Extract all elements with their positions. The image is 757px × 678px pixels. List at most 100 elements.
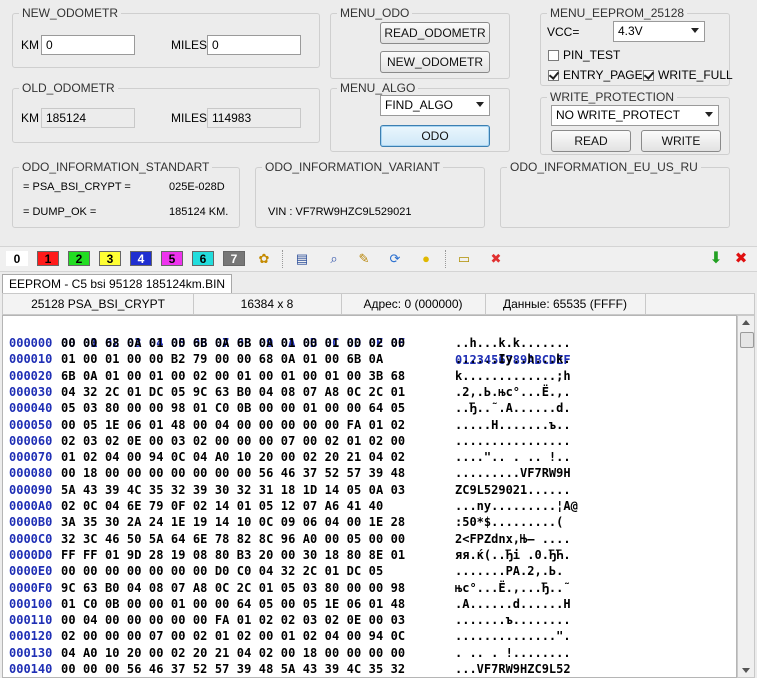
hex-row[interactable]: 0000F0 9C 63 B0 04 08 07 A8 0C 2C 01 05 0… (3, 580, 733, 597)
hex-row-ascii[interactable]: .......ъ........ (455, 612, 571, 629)
hex-row-ascii[interactable]: .2,.Ь.њс°...Ё.,. (455, 384, 571, 401)
hex-row[interactable]: 0000B0 3A 35 30 2A 24 1E 19 14 10 0C 09 0… (3, 514, 733, 531)
hex-row-ascii[interactable]: :50*$.........( (455, 514, 563, 531)
hex-row-bytes[interactable]: 02 0C 04 6E 79 0F 02 14 01 05 12 07 A6 4… (61, 498, 383, 515)
hex-row-ascii[interactable]: .....H.......ъ.. (455, 417, 571, 434)
hex-row-ascii[interactable]: ................ (455, 433, 571, 450)
refresh-icon[interactable]: ⟳ (387, 251, 403, 267)
hex-row[interactable]: 0000C0 32 3C 46 50 5A 64 6E 78 82 8C 96 A… (3, 531, 733, 548)
new-km-input[interactable]: 0 (41, 35, 135, 55)
hex-row-bytes[interactable]: 9C 63 B0 04 08 07 A8 0C 2C 01 05 03 80 0… (61, 580, 405, 597)
hex-row-ascii[interactable]: .......PA.2,.Ь. (455, 563, 563, 580)
algo-select[interactable]: FIND_ALGO (380, 95, 490, 116)
hex-row-bytes[interactable]: 00 00 68 0A 01 00 6B 0A 6B 0A 01 00 01 0… (61, 335, 405, 352)
palette-icon[interactable]: ✿ (256, 251, 272, 267)
hex-row-bytes[interactable]: 6B 0A 01 00 01 00 02 00 01 00 01 00 01 0… (61, 368, 405, 385)
write-protect-select[interactable]: NO WRITE_PROTECT (551, 105, 719, 126)
lightbulb-icon[interactable]: ● (418, 251, 434, 267)
hex-row-bytes[interactable]: 04 A0 10 20 00 02 20 21 04 02 00 18 00 0… (61, 645, 405, 662)
hex-row[interactable]: 000130 04 A0 10 20 00 02 20 21 04 02 00 1… (3, 645, 733, 662)
download-arrow-icon[interactable]: ⬇ (708, 251, 724, 267)
color-button-4[interactable]: 4 (130, 251, 152, 266)
close-icon[interactable]: ✖ (733, 251, 749, 267)
color-button-7[interactable]: 7 (223, 251, 245, 266)
hex-row-ascii[interactable]: њс°...Ё.,...Ђ..˜ (455, 580, 571, 597)
hex-row-bytes[interactable]: 02 03 02 0E 00 03 02 00 00 00 07 00 02 0… (61, 433, 405, 450)
hex-row-bytes[interactable]: 01 00 01 00 00 B2 79 00 00 68 0A 01 00 6… (61, 351, 383, 368)
hex-row[interactable]: 000030 04 32 2C 01 DC 05 9C 63 B0 04 08 0… (3, 384, 733, 401)
hex-row-ascii[interactable]: ..Ђ..˜.A......d. (455, 400, 571, 417)
read-odometr-button[interactable]: READ_ODOMETR (380, 22, 490, 44)
hex-row-bytes[interactable]: 3A 35 30 2A 24 1E 19 14 10 0C 09 06 04 0… (61, 514, 405, 531)
close-document-icon[interactable]: ✖ (488, 251, 504, 267)
hex-row-bytes[interactable]: 00 00 00 00 00 00 00 D0 C0 04 32 2C 01 D… (61, 563, 383, 580)
hex-row[interactable]: 000100 01 C0 0B 00 00 01 00 00 64 05 00 0… (3, 596, 733, 613)
hex-row[interactable]: 000010 01 00 01 00 00 B2 79 00 00 68 0A 0… (3, 351, 733, 368)
color-button-5[interactable]: 5 (161, 251, 183, 266)
hex-row[interactable]: 000020 6B 0A 01 00 01 00 02 00 01 00 01 0… (3, 368, 733, 385)
hex-row-bytes[interactable]: 01 02 04 00 94 0C 04 A0 10 20 00 02 20 2… (61, 449, 405, 466)
color-button-6[interactable]: 6 (192, 251, 214, 266)
hex-row-ascii[interactable]: ...ny.........¦A@ (455, 498, 578, 515)
write-full-checkbox[interactable]: WRITE_FULL (643, 68, 733, 82)
hex-row-bytes[interactable]: 00 05 1E 06 01 48 00 04 00 00 00 00 00 F… (61, 417, 405, 434)
tab-eeprom-file[interactable]: EEPROM - C5 bsi 95128 185124km.BIN (2, 274, 233, 294)
write-button[interactable]: WRITE (641, 130, 721, 152)
read-button[interactable]: READ (551, 130, 631, 152)
search-icon[interactable]: ⌕ (326, 251, 342, 267)
hex-row-bytes[interactable]: 05 03 80 00 00 98 01 C0 0B 00 00 01 00 0… (61, 400, 405, 417)
scroll-up-icon[interactable] (742, 320, 750, 325)
color-button-1[interactable]: 1 (37, 251, 59, 266)
hex-row[interactable]: 000040 05 03 80 00 00 98 01 C0 0B 00 00 0… (3, 400, 733, 417)
color-button-2[interactable]: 2 (68, 251, 90, 266)
hex-row-bytes[interactable]: FF FF 01 9D 28 19 08 80 B3 20 00 30 18 8… (61, 547, 405, 564)
hex-row-ascii[interactable]: ..............". (455, 628, 571, 645)
color-button-3[interactable]: 3 (99, 251, 121, 266)
hex-row[interactable]: 0000A0 02 0C 04 6E 79 0F 02 14 01 05 12 0… (3, 498, 733, 515)
hex-row-bytes[interactable]: 01 C0 0B 00 00 01 00 00 64 05 00 05 1E 0… (61, 596, 405, 613)
hex-row-ascii[interactable]: . .. . !........ (455, 645, 571, 662)
hex-row[interactable]: 000060 02 03 02 0E 00 03 02 00 00 00 07 0… (3, 433, 733, 450)
hex-row[interactable]: 000050 00 05 1E 06 01 48 00 04 00 00 00 0… (3, 417, 733, 434)
pin-test-checkbox[interactable]: PIN_TEST (548, 48, 620, 62)
hex-row-ascii[interactable]: .........VF7RW9H (455, 465, 571, 482)
hex-row-bytes[interactable]: 5A 43 39 4C 35 32 39 30 32 31 18 1D 14 0… (61, 482, 405, 499)
hex-editor[interactable]: 00 01 02 03 04 05 06 07 08 09 0A 0B 0C 0… (2, 315, 737, 678)
hex-row-ascii[interactable]: .A......d......H (455, 596, 571, 613)
new-document-icon[interactable]: ▭ (456, 251, 472, 267)
new-odometr-button[interactable]: NEW_ODOMETR (380, 51, 490, 73)
hex-row[interactable]: 000080 00 18 00 00 00 00 00 00 00 56 46 3… (3, 465, 733, 482)
new-miles-input[interactable]: 0 (207, 35, 301, 55)
hex-row[interactable]: 000000 00 00 68 0A 01 00 6B 0A 6B 0A 01 0… (3, 335, 733, 352)
hex-row-ascii[interactable]: яя.ќ(..Ђі .0.ЂЋ. (455, 547, 571, 564)
hex-row-bytes[interactable]: 02 00 00 00 07 00 02 01 02 00 01 02 04 0… (61, 628, 405, 645)
hex-row-ascii[interactable]: k.............;h (455, 368, 571, 385)
document-edit-icon[interactable]: ▤ (294, 251, 310, 267)
hex-row[interactable]: 000140 00 00 00 56 46 37 52 57 39 48 5A 4… (3, 661, 733, 677)
hex-row-bytes[interactable]: 00 00 00 56 46 37 52 57 39 48 5A 43 39 4… (61, 661, 405, 677)
hex-row[interactable]: 000070 01 02 04 00 94 0C 04 A0 10 20 00 0… (3, 449, 733, 466)
hex-row[interactable]: 0000D0 FF FF 01 9D 28 19 08 80 B3 20 00 3… (3, 547, 733, 564)
hex-row-bytes[interactable]: 32 3C 46 50 5A 64 6E 78 82 8C 96 A0 00 0… (61, 531, 405, 548)
hex-row-ascii[interactable]: ......Iy..h...k. (455, 351, 571, 368)
broom-icon[interactable]: ✎ (356, 251, 372, 267)
scroll-thumb[interactable] (740, 332, 754, 348)
hex-row-ascii[interactable]: ..h...k.k....... (455, 335, 571, 352)
hex-row[interactable]: 000090 5A 43 39 4C 35 32 39 30 32 31 18 1… (3, 482, 733, 499)
hex-row[interactable]: 000110 00 04 00 00 00 00 00 FA 01 02 02 0… (3, 612, 733, 629)
entry-page-checkbox[interactable]: ENTRY_PAGE (548, 68, 643, 82)
scroll-down-icon[interactable] (742, 668, 750, 673)
hex-row-bytes[interactable]: 04 32 2C 01 DC 05 9C 63 B0 04 08 07 A8 0… (61, 384, 405, 401)
color-button-0[interactable]: 0 (6, 251, 28, 266)
vcc-select[interactable]: 4.3V (613, 21, 705, 42)
hex-row-bytes[interactable]: 00 18 00 00 00 00 00 00 00 56 46 37 52 5… (61, 465, 405, 482)
hex-row[interactable]: 0000E0 00 00 00 00 00 00 00 D0 C0 04 32 2… (3, 563, 733, 580)
vertical-scrollbar[interactable] (737, 315, 755, 678)
hex-row-ascii[interactable]: ...VF7RW9HZC9L52 (455, 661, 571, 677)
hex-row[interactable]: 000120 02 00 00 00 07 00 02 01 02 00 01 0… (3, 628, 733, 645)
hex-row-ascii[interactable]: 2<FPZdnx‚Њ– .... (455, 531, 571, 548)
hex-row-ascii[interactable]: ....".. . .. !.. (455, 449, 571, 466)
odo-button[interactable]: ODO (380, 125, 490, 147)
hex-row-bytes[interactable]: 00 04 00 00 00 00 00 FA 01 02 02 03 02 0… (61, 612, 405, 629)
hex-row-ascii[interactable]: ZC9L529021...... (455, 482, 571, 499)
